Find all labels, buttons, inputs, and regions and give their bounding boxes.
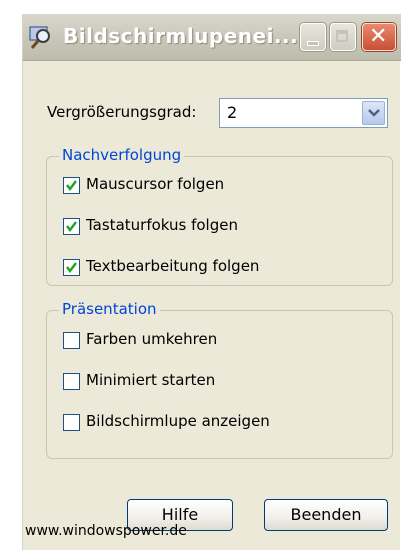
checkmark-icon: [66, 221, 77, 232]
close-button[interactable]: ✕: [362, 23, 396, 51]
follow-keyboard-checkbox[interactable]: [63, 218, 80, 235]
follow-text-editing-label: Textbearbeitung folgen: [86, 257, 260, 275]
checkmark-icon: [66, 180, 77, 191]
zoom-level-select[interactable]: 2: [219, 98, 388, 128]
start-minimized-label: Minimiert starten: [86, 371, 216, 389]
follow-keyboard-label: Tastaturfokus folgen: [86, 216, 238, 234]
show-magnifier-label: Bildschirmlupe anzeigen: [86, 412, 270, 430]
tracking-group-legend: Nachverfolgung: [59, 146, 185, 164]
invert-colors-checkbox[interactable]: [63, 332, 80, 349]
close-icon: ✕: [369, 24, 388, 49]
checkmark-icon: [66, 262, 77, 273]
zoom-label: Vergrößerungsgrad:: [47, 103, 197, 121]
window-title: Bildschirmlupenei...: [63, 24, 299, 48]
maximize-icon: [336, 30, 348, 42]
minimize-icon: [307, 41, 319, 46]
follow-text-editing-checkbox[interactable]: [63, 259, 80, 276]
dropdown-button[interactable]: [362, 101, 385, 125]
magnifier-window: Bildschirmlupenei... ✕ Vergrößerungsgrad…: [22, 14, 401, 550]
follow-mouse-checkbox[interactable]: [63, 177, 80, 194]
invert-colors-label: Farben umkehren: [86, 330, 218, 348]
follow-mouse-label: Mauscursor folgen: [86, 175, 225, 193]
watermark-text: www.windowspower.de: [25, 523, 187, 539]
start-minimized-checkbox[interactable]: [63, 373, 80, 390]
maximize-button[interactable]: [330, 23, 356, 51]
chevron-down-icon: [368, 109, 380, 117]
title-bar[interactable]: Bildschirmlupenei... ✕: [23, 14, 401, 61]
presentation-group-legend: Präsentation: [59, 300, 160, 318]
minimize-button[interactable]: [300, 23, 326, 51]
zoom-level-value: 2: [227, 103, 238, 122]
exit-button[interactable]: Beenden: [264, 499, 388, 531]
show-magnifier-checkbox[interactable]: [63, 414, 80, 431]
magnifier-icon: [29, 26, 50, 49]
